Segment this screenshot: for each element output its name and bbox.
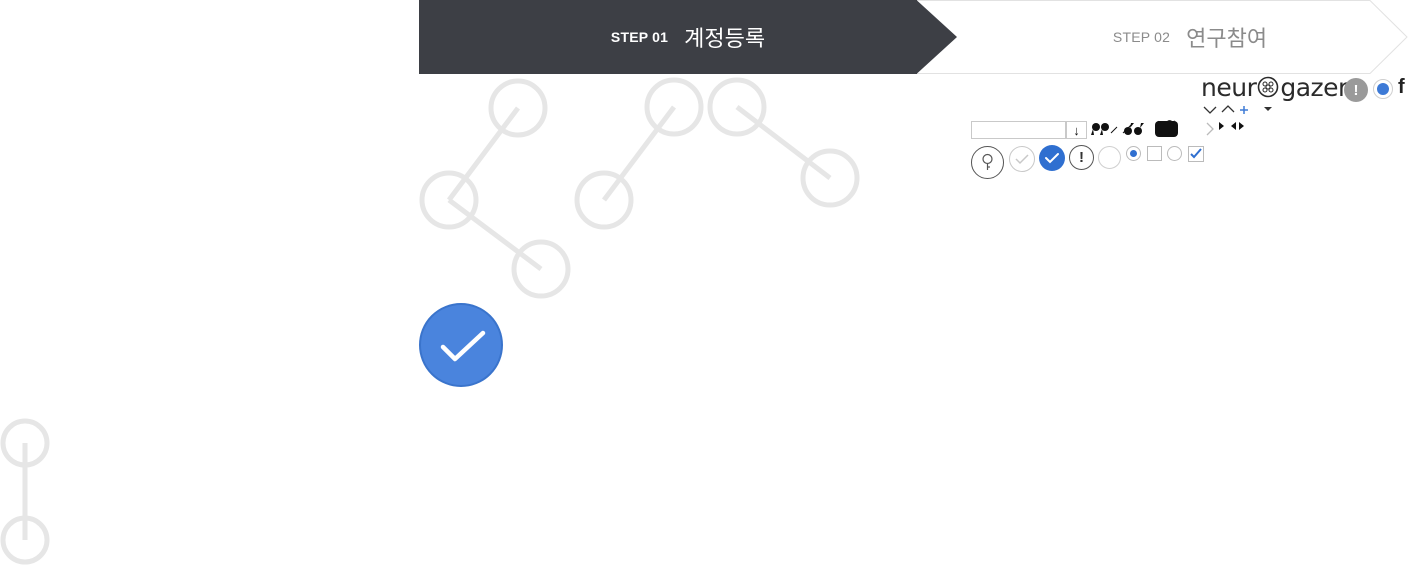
caret-down-icon <box>1264 107 1272 111</box>
facebook-icon[interactable]: f <box>1398 76 1405 99</box>
step-label: 연구참여 <box>1186 26 1268 51</box>
radio-icon[interactable] <box>1126 146 1141 161</box>
key-icon[interactable] <box>971 146 1004 179</box>
exclaim-icon: ! <box>1344 78 1368 102</box>
exclaim-icon: ! <box>1069 145 1094 170</box>
chevron-up-icon <box>1221 105 1235 113</box>
quote-open-icon <box>1091 123 1109 135</box>
checkbox-icon[interactable] <box>1188 146 1204 162</box>
sprite-chevrons <box>1203 105 1272 114</box>
plus-icon <box>1240 106 1248 114</box>
play-left-icon <box>1231 122 1236 130</box>
step-number: STEP 02 <box>1112 29 1171 45</box>
logo-text-end: gazer <box>1280 72 1348 102</box>
check-icon[interactable] <box>1039 145 1065 171</box>
radio-icon[interactable] <box>1167 146 1182 161</box>
step-01-active: STEP 01 계정등록 <box>419 0 957 74</box>
play-right-icon <box>1219 122 1224 130</box>
check-icon[interactable] <box>1009 146 1035 172</box>
step-number: STEP 01 <box>610 29 669 45</box>
sprite-icons-row <box>1091 120 1244 137</box>
text-input[interactable] <box>971 121 1066 139</box>
step-label: 계정등록 <box>684 26 766 51</box>
radio-dot-icon <box>1373 79 1393 99</box>
logo-brain-icon <box>1258 76 1279 98</box>
chevron-right-icon <box>1206 122 1214 136</box>
logo-text-start: neur <box>1201 72 1257 102</box>
play-right-icon <box>1239 122 1244 130</box>
completion-check-icon <box>419 303 503 387</box>
radio-icon[interactable] <box>1098 146 1121 169</box>
neurogazer-logo[interactable]: neur gazer <box>1201 72 1348 102</box>
checkbox-icon[interactable] <box>1147 146 1162 161</box>
download-button[interactable]: ↓ <box>1066 121 1087 139</box>
chevron-down-icon <box>1203 106 1217 114</box>
decorative-network-graphic <box>0 77 860 565</box>
step-02-inactive: STEP 02 연구참여 <box>917 0 1408 74</box>
